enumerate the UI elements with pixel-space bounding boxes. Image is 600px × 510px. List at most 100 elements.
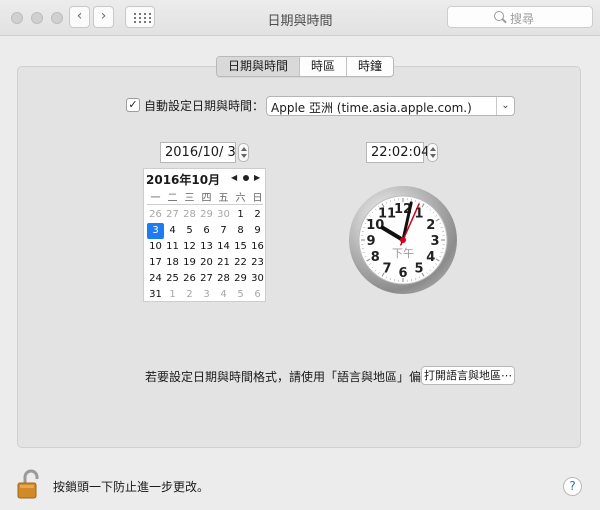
calendar-day[interactable]: 13: [198, 239, 215, 255]
calendar-day[interactable]: 2: [249, 207, 266, 223]
zoom-window-button[interactable]: [51, 12, 63, 24]
system-preferences-window: ‹ › 日期與時間 搜尋 日期與時間 時區 時鐘 ✓ 自動設定日期與時間： Ap…: [0, 0, 600, 510]
back-button[interactable]: ‹: [69, 6, 90, 28]
tab-bar: 日期與時間 時區 時鐘: [216, 56, 395, 77]
calendar-weekday-header: 六: [235, 193, 246, 204]
calendar-day[interactable]: 22: [232, 255, 249, 271]
calendar-day[interactable]: 6: [249, 287, 266, 303]
tab-date-time[interactable]: 日期與時間: [217, 57, 300, 76]
clock-number: 11: [378, 206, 396, 221]
prev-month-icon[interactable]: ◀: [231, 173, 237, 182]
calendar-day[interactable]: 18: [164, 255, 181, 271]
help-button[interactable]: ?: [563, 477, 582, 496]
clock-number: 7: [382, 262, 391, 277]
stepper-up-icon: [241, 147, 247, 151]
analog-clock: 12 1 2 3 4 5 6 7 8 9 10 11 下午: [349, 186, 457, 294]
calendar-day[interactable]: 28: [181, 207, 198, 223]
stepper-up-icon: [430, 147, 436, 151]
open-language-region-button[interactable]: 打開語言與地區⋯: [421, 366, 515, 385]
calendar-day[interactable]: 20: [198, 255, 215, 271]
clock-center-pin: [400, 237, 406, 243]
calendar-day[interactable]: 26: [147, 207, 164, 223]
content-panel: [17, 66, 581, 448]
clock-number: 1: [414, 206, 423, 221]
calendar-day[interactable]: 3: [147, 223, 164, 239]
clock-number: 2: [426, 218, 435, 233]
next-month-icon[interactable]: ▶: [254, 173, 260, 182]
calendar-day[interactable]: 25: [164, 271, 181, 287]
chevron-down-icon: ⌄: [496, 97, 514, 115]
calendar-divider: [147, 204, 263, 205]
calendar-day[interactable]: 29: [232, 271, 249, 287]
time-server-value: Apple 亞洲 (time.asia.apple.com.): [271, 101, 472, 115]
calendar-day[interactable]: 15: [232, 239, 249, 255]
minimize-window-button[interactable]: [31, 12, 43, 24]
calendar-day[interactable]: 5: [181, 223, 198, 239]
chevron-right-icon: ›: [100, 8, 107, 24]
stepper-down-icon: [241, 154, 247, 158]
calendar-weekday-header: 五: [218, 193, 229, 204]
calendar-day[interactable]: 14: [215, 239, 232, 255]
calendar-day[interactable]: 6: [198, 223, 215, 239]
calendar-day[interactable]: 29: [198, 207, 215, 223]
title-bar: ‹ › 日期與時間 搜尋: [0, 0, 600, 36]
search-placeholder: 搜尋: [510, 12, 535, 26]
clock-number: 9: [366, 234, 375, 249]
calendar-day[interactable]: 8: [232, 223, 249, 239]
today-dot-icon[interactable]: [243, 175, 249, 181]
window-title: 日期與時間: [267, 14, 333, 29]
date-stepper[interactable]: [238, 143, 249, 162]
calendar-day[interactable]: 12: [181, 239, 198, 255]
stepper-down-icon: [430, 154, 436, 158]
tab-clock[interactable]: 時鐘: [346, 57, 394, 76]
calendar-day[interactable]: 26: [181, 271, 198, 287]
calendar-day[interactable]: 30: [249, 271, 266, 287]
calendar-weekday-header: 三: [184, 193, 195, 204]
clock-face: 12 1234567891011: [358, 195, 448, 285]
calendar-day[interactable]: 1: [164, 287, 181, 303]
time-server-dropdown[interactable]: Apple 亞洲 (time.asia.apple.com.) ⌄: [266, 96, 515, 116]
calendar-weekday-header: 一: [150, 193, 161, 204]
tab-time-zone[interactable]: 時區: [299, 57, 347, 76]
lock-instruction-text: 按鎖頭一下防止進一步更改。: [53, 480, 210, 494]
clock-number: 6: [398, 266, 407, 281]
clock-number: 4: [426, 250, 435, 265]
calendar-weekday-header: 二: [167, 193, 178, 204]
calendar-day[interactable]: 5: [232, 287, 249, 303]
calendar-day[interactable]: 3: [198, 287, 215, 303]
date-field[interactable]: 2016/10/ 3: [160, 142, 236, 163]
calendar-day[interactable]: 21: [215, 255, 232, 271]
calendar-day[interactable]: 9: [249, 223, 266, 239]
time-field[interactable]: 22:02:04: [366, 142, 429, 163]
calendar-day[interactable]: 2: [181, 287, 198, 303]
calendar-weekday-header: 日: [252, 193, 263, 204]
calendar-day[interactable]: 23: [249, 255, 266, 271]
calendar-day[interactable]: 17: [147, 255, 164, 271]
auto-set-checkbox[interactable]: ✓: [126, 98, 140, 112]
calendar-day[interactable]: 4: [164, 223, 181, 239]
calendar-day[interactable]: 28: [215, 271, 232, 287]
chevron-left-icon: ‹: [76, 8, 83, 24]
calendar-day[interactable]: 7: [215, 223, 232, 239]
calendar-day[interactable]: 16: [249, 239, 266, 255]
time-stepper[interactable]: [427, 143, 438, 162]
calendar-day[interactable]: 1: [232, 207, 249, 223]
calendar-day[interactable]: 27: [198, 271, 215, 287]
calendar-day[interactable]: 19: [181, 255, 198, 271]
calendar: 2016年10月 ◀ ▶ 一二三四五六日 26 27 28 29 30 1 2 3 4 5 6 7 8 9 1…: [143, 168, 266, 302]
close-window-button[interactable]: [11, 12, 23, 24]
calendar-day[interactable]: 27: [164, 207, 181, 223]
auto-set-label: 自動設定日期與時間：: [144, 99, 265, 113]
show-all-button[interactable]: [125, 6, 155, 28]
forward-button[interactable]: ›: [93, 6, 114, 28]
calendar-day[interactable]: 10: [147, 239, 164, 255]
calendar-day[interactable]: 11: [164, 239, 181, 255]
clock-number: 8: [371, 250, 380, 265]
calendar-day[interactable]: 4: [215, 287, 232, 303]
calendar-month-title: 2016年10月: [146, 173, 221, 187]
unlocked-padlock-icon[interactable]: [16, 469, 44, 499]
calendar-day[interactable]: 30: [215, 207, 232, 223]
calendar-day[interactable]: 31: [147, 287, 164, 303]
search-field[interactable]: 搜尋: [447, 6, 593, 28]
calendar-day[interactable]: 24: [147, 271, 164, 287]
